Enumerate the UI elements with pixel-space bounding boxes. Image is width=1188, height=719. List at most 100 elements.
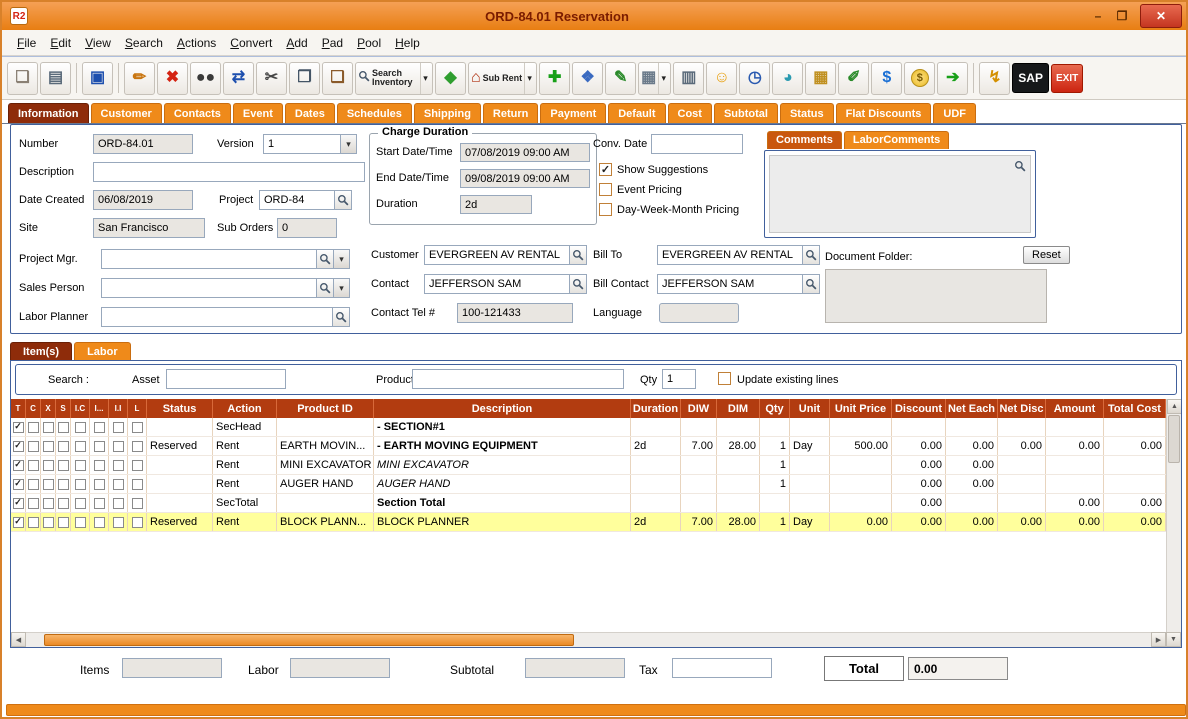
grid-cell[interactable]: 28.00 [717, 513, 760, 531]
checkbox-icon[interactable] [94, 517, 105, 528]
grid-cell[interactable] [1046, 475, 1104, 493]
row-check-cell[interactable] [71, 456, 90, 474]
bill-to-search-icon[interactable] [802, 245, 820, 265]
tab-udf[interactable]: UDF [933, 103, 976, 123]
start-datetime-field[interactable] [460, 143, 590, 162]
row-check-cell[interactable] [56, 475, 71, 493]
checkbox-icon[interactable] [13, 460, 24, 471]
grid-cell[interactable] [1104, 418, 1166, 436]
grid-col-diw[interactable]: DIW [681, 399, 717, 418]
checkbox-icon[interactable] [113, 479, 124, 490]
print-icon[interactable]: ▤ [40, 62, 71, 95]
cut-icon[interactable]: ✂ [256, 62, 287, 95]
conv-date-field[interactable] [651, 134, 743, 154]
scroll-right-icon[interactable] [1151, 632, 1166, 647]
grid-col-status[interactable]: Status [147, 399, 213, 418]
labor-planner-search-icon[interactable] [332, 307, 350, 327]
grid-cell[interactable]: Day [790, 513, 830, 531]
menu-view[interactable]: View [78, 32, 118, 54]
row-check-cell[interactable] [128, 475, 147, 493]
menu-add[interactable]: Add [279, 32, 314, 54]
end-datetime-field[interactable] [460, 169, 590, 188]
grid-cell[interactable] [681, 494, 717, 512]
row-check-cell[interactable] [11, 475, 26, 493]
tab-dates[interactable]: Dates [285, 103, 335, 123]
grid-cell[interactable]: 1 [760, 437, 790, 455]
event-pricing-checkbox[interactable]: Event Pricing [599, 183, 682, 196]
checkbox-icon[interactable] [94, 460, 105, 471]
tax-field[interactable] [672, 658, 772, 678]
row-check-cell[interactable] [71, 494, 90, 512]
database-cube-icon[interactable]: ▦ [805, 62, 836, 95]
grid-col-qty[interactable]: Qty [760, 399, 790, 418]
date-created-field[interactable] [93, 190, 193, 210]
row-check-cell[interactable] [56, 494, 71, 512]
grid-cell[interactable] [790, 418, 830, 436]
description-field[interactable] [93, 162, 365, 182]
menu-convert[interactable]: Convert [223, 32, 279, 54]
grid-cell[interactable]: 0.00 [998, 437, 1046, 455]
grid-cell[interactable]: 0.00 [1104, 437, 1166, 455]
tab-flat-discounts[interactable]: Flat Discounts [836, 103, 932, 123]
grid-cell[interactable]: 1 [760, 513, 790, 531]
grid-cell[interactable] [147, 494, 213, 512]
checkbox-icon[interactable] [113, 517, 124, 528]
row-check-cell[interactable] [26, 494, 41, 512]
project-mgr-search-icon[interactable] [316, 249, 334, 269]
grid-cell[interactable] [147, 456, 213, 474]
row-check-cell[interactable] [109, 513, 128, 531]
title-bar[interactable]: R2 ORD-84.01 Reservation – ❐ ✕ [2, 2, 1186, 30]
grid-cell[interactable] [830, 418, 892, 436]
globe-eye-icon[interactable]: ◕ [772, 62, 803, 95]
new-document-icon[interactable]: ❏ [7, 62, 38, 95]
checkbox-icon[interactable] [113, 460, 124, 471]
grid-cell[interactable] [631, 456, 681, 474]
tab-default[interactable]: Default [608, 103, 665, 123]
horizontal-scrollbar[interactable] [11, 632, 1181, 647]
checkbox-icon[interactable] [113, 498, 124, 509]
close-button[interactable]: ✕ [1140, 4, 1182, 28]
checkbox-icon[interactable] [75, 498, 86, 509]
row-check-cell[interactable] [26, 475, 41, 493]
menu-help[interactable]: Help [388, 32, 427, 54]
row-check-cell[interactable] [41, 494, 56, 512]
grid-cell[interactable]: 7.00 [681, 437, 717, 455]
grid-row[interactable]: SecTotalSection Total0.000.000.00 [11, 494, 1166, 513]
version-field[interactable] [263, 134, 341, 154]
grid-col-product-id[interactable]: Product ID [277, 399, 374, 418]
row-check-cell[interactable] [56, 456, 71, 474]
checkbox-icon[interactable] [113, 441, 124, 452]
grid-cell[interactable]: SecHead [213, 418, 277, 436]
copy-icon[interactable]: ❐ [289, 62, 320, 95]
grid-col-i[interactable]: I... [90, 399, 109, 418]
grid-col-amount[interactable]: Amount [1046, 399, 1104, 418]
grid-cell[interactable] [717, 418, 760, 436]
grid-cell[interactable]: AUGER HAND [374, 475, 631, 493]
checkbox-icon[interactable] [94, 441, 105, 452]
project-mgr-field[interactable] [101, 249, 317, 269]
row-check-cell[interactable] [90, 475, 109, 493]
grid-cell[interactable] [790, 475, 830, 493]
grid-cell[interactable]: 0.00 [830, 513, 892, 531]
tab-return[interactable]: Return [483, 103, 538, 123]
tab-customer[interactable]: Customer [91, 103, 162, 123]
grid-cell[interactable]: 0.00 [892, 475, 946, 493]
maximize-button[interactable]: ❐ [1110, 6, 1134, 26]
export-database-icon[interactable]: ➔ [937, 62, 968, 95]
customer-field[interactable] [424, 245, 570, 265]
menu-file[interactable]: File [10, 32, 43, 54]
version-dropdown-icon[interactable] [340, 134, 357, 154]
duration-field[interactable] [460, 195, 532, 214]
grid-cell[interactable] [830, 475, 892, 493]
convert-document-icon[interactable]: ⇄ [223, 62, 254, 95]
tab-cost[interactable]: Cost [668, 103, 712, 123]
grid-cell[interactable] [946, 494, 998, 512]
dropdown-arrow-icon[interactable] [420, 63, 430, 94]
grid-col-ii[interactable]: I.I [109, 399, 128, 418]
grid-cell[interactable] [830, 494, 892, 512]
grid-cell[interactable]: 0.00 [1046, 513, 1104, 531]
exit-button[interactable]: EXIT [1051, 64, 1083, 93]
row-check-cell[interactable] [26, 418, 41, 436]
checkbox-icon[interactable] [599, 203, 612, 216]
grid-cell[interactable]: Rent [213, 437, 277, 455]
